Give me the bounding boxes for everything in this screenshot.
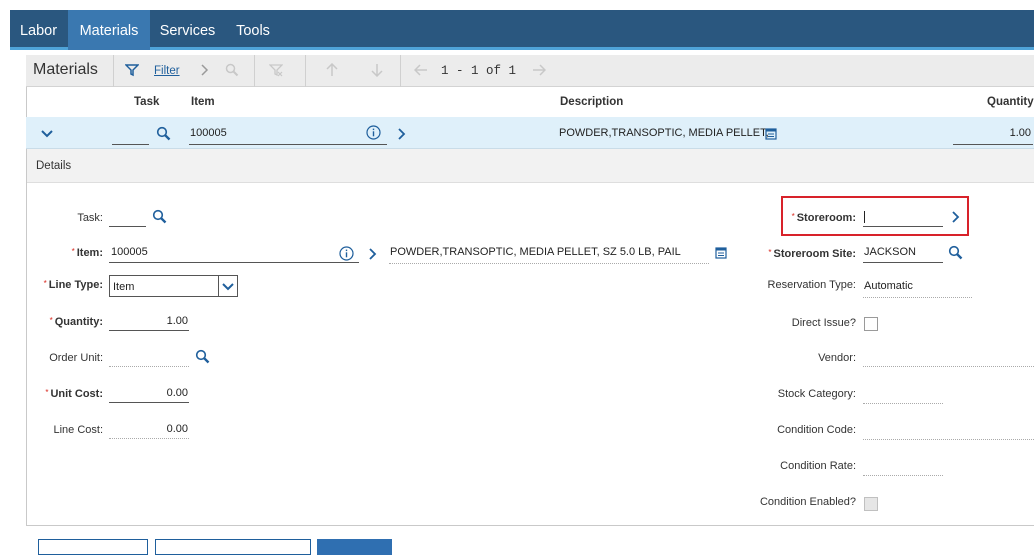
condition-rate-label: Condition Rate: [780, 460, 856, 472]
search-icon[interactable] [156, 126, 172, 142]
tab-services[interactable]: Services [150, 10, 225, 50]
row-item-value[interactable]: 100005 [190, 127, 227, 139]
row-quantity-field-underline [953, 144, 1033, 145]
search-icon[interactable] [948, 245, 964, 261]
unit-cost-field-underline [109, 402, 189, 403]
chevron-right-icon[interactable] [397, 128, 407, 140]
tab-materials[interactable]: Materials [68, 10, 150, 50]
line-cost-underline [109, 438, 189, 439]
stock-category-label: Stock Category: [777, 388, 856, 400]
storeroom-field-underline [863, 226, 943, 227]
item-field[interactable]: 100005 [111, 246, 148, 258]
task-label: Task: [77, 212, 103, 224]
long-description-icon[interactable] [715, 247, 727, 259]
row-quantity-value[interactable]: 1.00 [953, 127, 1031, 139]
row-task-field-underline [112, 144, 149, 145]
direct-issue-checkbox[interactable] [864, 317, 878, 331]
arrow-right-icon[interactable] [532, 64, 546, 76]
quantity-field[interactable]: 1.00 [110, 315, 188, 327]
condition-rate-underline [863, 475, 943, 476]
condition-enabled-label: Condition Enabled? [759, 496, 856, 508]
condition-code-label: Condition Code: [777, 424, 856, 436]
stock-category-underline [863, 403, 943, 404]
table-title: Materials [33, 61, 98, 78]
line-type-value: Item [113, 281, 135, 293]
arrow-down-icon[interactable] [371, 63, 383, 77]
reservation-type-field[interactable]: Automatic [864, 280, 913, 292]
row-description-value[interactable]: POWDER,TRANSOPTIC, MEDIA PELLET, [559, 127, 769, 139]
chevron-down-icon[interactable] [41, 129, 53, 139]
vendor-underline [863, 366, 1034, 367]
item-field-underline [109, 262, 359, 263]
unit-cost-label: * Unit Cost: [45, 388, 103, 400]
chevron-right-icon[interactable] [200, 64, 210, 76]
select-materials-button[interactable] [38, 539, 148, 555]
pager-label: 1 - 1 of 1 [441, 64, 517, 78]
search-icon[interactable] [152, 209, 168, 225]
storeroom-site-field[interactable]: JACKSON [864, 246, 916, 258]
column-header-item[interactable]: Item [191, 96, 215, 108]
item-label: * Item: [71, 247, 103, 259]
line-cost-field: 0.00 [166, 423, 188, 435]
order-unit-underline [109, 366, 189, 367]
column-header-quantity[interactable]: Quantity [987, 96, 1034, 108]
search-icon[interactable] [195, 349, 211, 365]
quantity-field-underline [109, 330, 189, 331]
filter-icon[interactable] [125, 63, 139, 77]
item-description-field[interactable]: POWDER,TRANSOPTIC, MEDIA PELLET, SZ 5.0 … [390, 246, 681, 258]
vendor-label: Vendor: [818, 352, 856, 364]
order-unit-label: Order Unit: [49, 352, 103, 364]
chevron-right-icon[interactable] [368, 248, 378, 260]
info-icon[interactable] [366, 125, 381, 140]
reservation-type-label: Reservation Type: [767, 279, 856, 291]
tab-labor[interactable]: Labor [10, 10, 67, 50]
item-description-underline [389, 263, 709, 264]
storeroom-label: * Storeroom: [791, 212, 856, 224]
arrow-left-icon[interactable] [414, 64, 428, 76]
toolbar-divider [113, 55, 114, 87]
module-tab-bar: Labor Materials Services Tools [10, 10, 1034, 50]
table-row[interactable] [26, 117, 1034, 149]
filter-link[interactable]: Filter [154, 65, 180, 77]
direct-issue-label: Direct Issue? [791, 317, 856, 329]
arrow-up-icon[interactable] [326, 63, 338, 77]
storeroom-site-field-underline [863, 262, 943, 263]
toolbar-divider [254, 55, 255, 87]
reservation-type-underline [863, 297, 972, 298]
task-field-underline [109, 226, 146, 227]
dropdown-arrow-icon[interactable] [218, 276, 237, 296]
column-header-description[interactable]: Description [560, 96, 623, 108]
line-type-label: * Line Type: [43, 279, 103, 291]
details-section-header[interactable]: Details [27, 149, 1034, 183]
line-cost-label: Line Cost: [53, 424, 103, 436]
toolbar-divider [305, 55, 306, 87]
info-icon[interactable] [339, 246, 354, 261]
new-row-button[interactable] [317, 539, 392, 555]
search-icon[interactable] [225, 63, 239, 77]
chevron-right-icon[interactable] [951, 211, 961, 223]
select-asset-spare-parts-button[interactable] [155, 539, 311, 555]
condition-code-underline [863, 439, 1034, 440]
details-title: Details [36, 160, 72, 172]
table-toolbar: Materials Filter 1 - 1 of 1 [26, 55, 1034, 87]
condition-enabled-checkbox[interactable] [864, 497, 878, 511]
row-item-field-underline [189, 144, 387, 145]
line-type-select[interactable]: Item [109, 275, 238, 297]
quantity-label: * Quantity: [49, 316, 103, 328]
unit-cost-field[interactable]: 0.00 [110, 387, 188, 399]
tab-tools[interactable]: Tools [228, 10, 278, 50]
column-header-task[interactable]: Task [134, 96, 159, 108]
storeroom-site-label: * Storeroom Site: [768, 248, 856, 260]
long-description-icon[interactable] [765, 128, 777, 140]
storeroom-field[interactable] [864, 211, 865, 224]
toolbar-divider [400, 55, 401, 87]
clear-filter-icon[interactable] [269, 63, 283, 77]
